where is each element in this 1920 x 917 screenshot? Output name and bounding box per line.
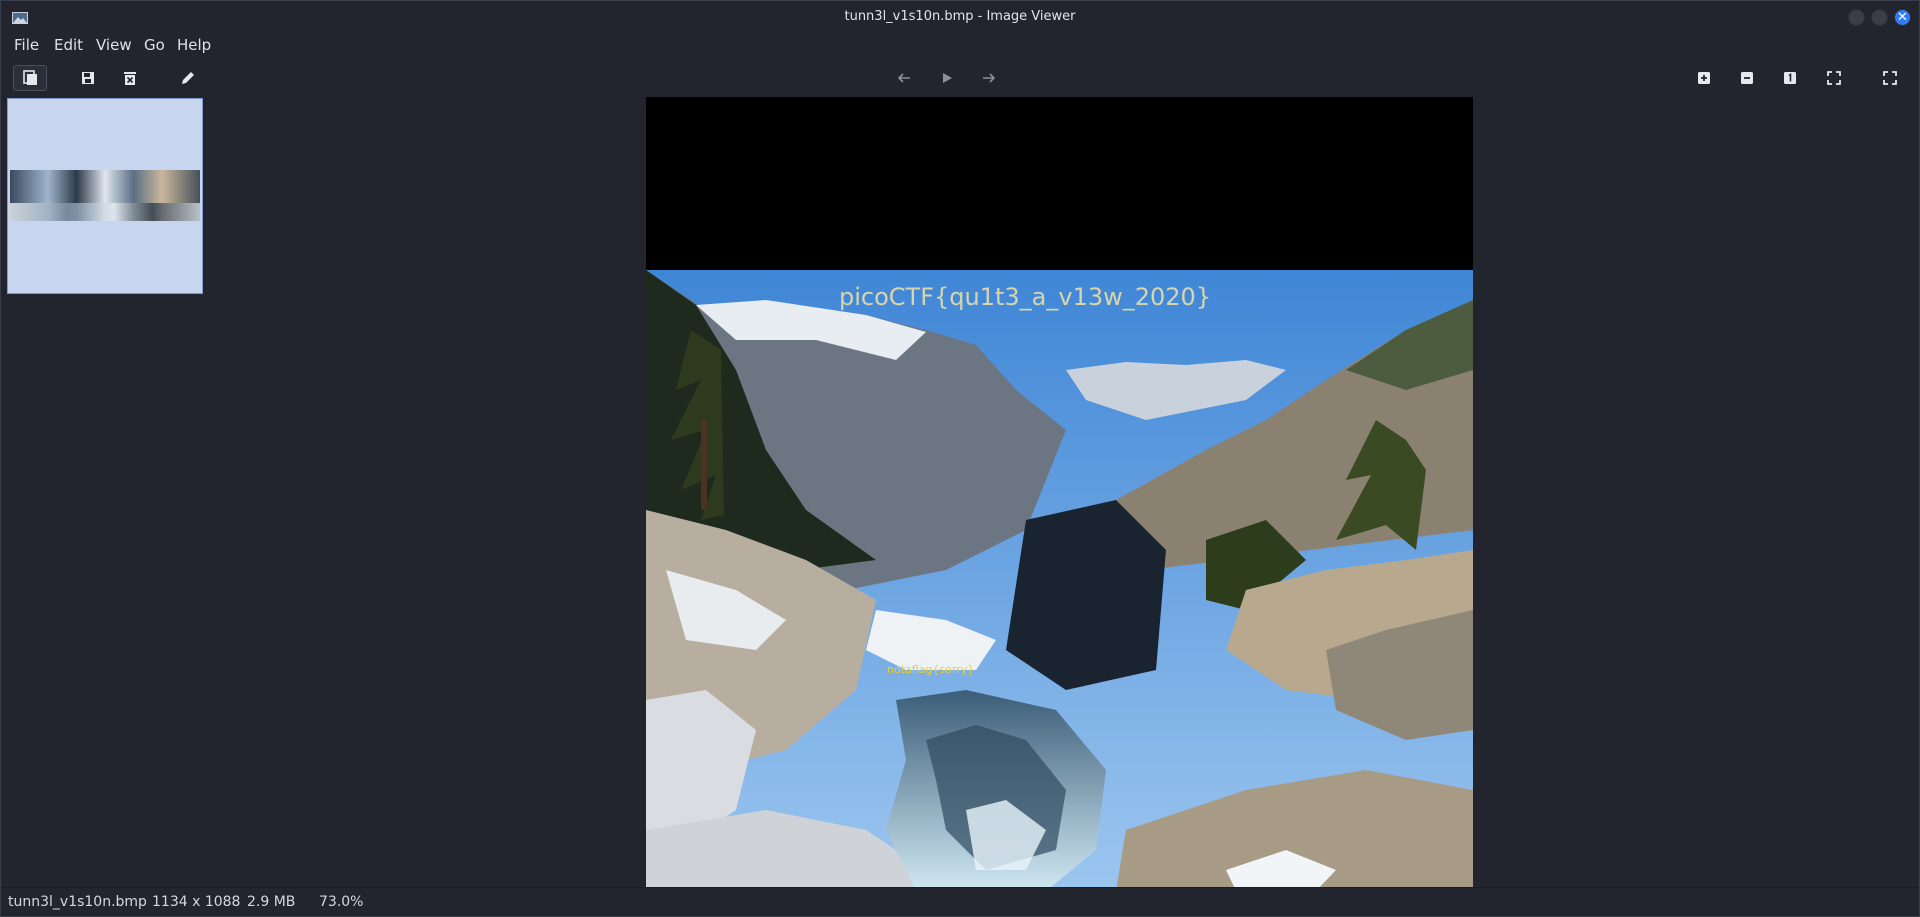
status-filesize: 2.9 MB bbox=[247, 894, 296, 910]
fullscreen-icon bbox=[1883, 71, 1897, 85]
thumbnail-selected[interactable] bbox=[7, 98, 203, 294]
edit-icon bbox=[182, 72, 194, 84]
zoom-out-button[interactable] bbox=[1735, 66, 1759, 90]
fullscreen-button[interactable] bbox=[1878, 66, 1902, 90]
gallery-button[interactable] bbox=[13, 65, 47, 91]
forward-arrow-icon bbox=[983, 73, 996, 83]
zoom-in-button[interactable] bbox=[1692, 66, 1716, 90]
save-icon bbox=[82, 72, 94, 84]
menu-help[interactable]: Help bbox=[177, 36, 211, 54]
image-viewer-window: tunn3l_v1s10n.bmp - Image Viewer ✕ File … bbox=[0, 0, 1920, 917]
save-button[interactable] bbox=[76, 66, 100, 90]
status-dimensions: 1134 x 1088 bbox=[152, 894, 241, 910]
maximize-button[interactable] bbox=[1871, 9, 1888, 26]
fit-window-button[interactable] bbox=[1822, 66, 1846, 90]
zoom-in-icon bbox=[1698, 72, 1710, 84]
title-bar[interactable]: tunn3l_v1s10n.bmp - Image Viewer ✕ bbox=[1, 1, 1919, 33]
edit-button[interactable] bbox=[176, 66, 200, 90]
menu-go[interactable]: Go bbox=[144, 36, 165, 54]
normal-size-icon bbox=[1784, 72, 1796, 84]
previous-button[interactable] bbox=[892, 66, 916, 90]
toolbar bbox=[1, 63, 1919, 93]
minimize-button[interactable] bbox=[1848, 9, 1865, 26]
back-arrow-icon bbox=[897, 73, 910, 83]
window-title: tunn3l_v1s10n.bmp - Image Viewer bbox=[844, 9, 1076, 24]
slideshow-button[interactable] bbox=[935, 66, 959, 90]
fit-icon bbox=[1827, 71, 1841, 85]
normal-size-button[interactable] bbox=[1778, 66, 1802, 90]
gallery-icon bbox=[23, 70, 37, 85]
close-button[interactable]: ✕ bbox=[1894, 9, 1911, 26]
menu-view[interactable]: View bbox=[96, 36, 132, 54]
overlay-flag-text: picoCTF{qu1t3_a_v13w_2020} bbox=[839, 283, 1212, 311]
play-icon bbox=[943, 73, 952, 83]
overlay-notaflag-text: notaflag{sorry} bbox=[887, 663, 975, 676]
landscape-photo: picoCTF{qu1t3_a_v13w_2020} notaflag{sorr… bbox=[646, 270, 1473, 891]
menu-bar: File Edit View Go Help bbox=[1, 33, 1919, 57]
landscape-photo-graphic bbox=[646, 270, 1473, 891]
status-zoom: 73.0% bbox=[319, 894, 364, 910]
menu-file[interactable]: File bbox=[14, 36, 39, 54]
thumbnail-image bbox=[10, 170, 200, 221]
zoom-out-icon bbox=[1741, 72, 1753, 84]
delete-icon bbox=[124, 72, 136, 85]
next-button[interactable] bbox=[977, 66, 1001, 90]
image-display[interactable]: picoCTF{qu1t3_a_v13w_2020} notaflag{sorr… bbox=[646, 97, 1473, 891]
menu-edit[interactable]: Edit bbox=[54, 36, 83, 54]
status-filename: tunn3l_v1s10n.bmp bbox=[8, 894, 147, 910]
status-bar: tunn3l_v1s10n.bmp 1134 x 1088 2.9 MB 73.… bbox=[1, 887, 1919, 916]
delete-button[interactable] bbox=[118, 66, 142, 90]
